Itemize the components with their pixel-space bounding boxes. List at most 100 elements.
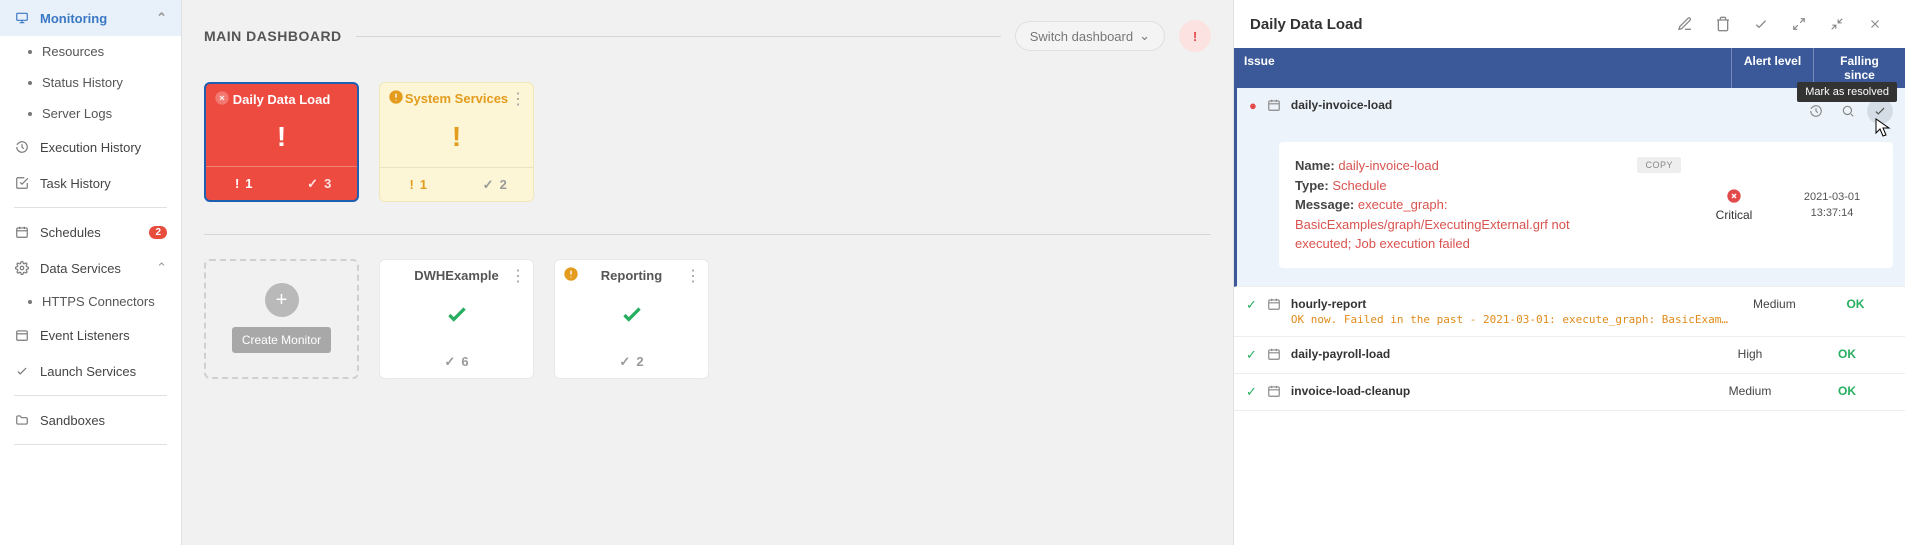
warn-icon	[388, 89, 404, 105]
nav-task-history[interactable]: Task History	[0, 165, 181, 201]
calendar-icon	[1267, 297, 1281, 311]
error-icon	[1726, 188, 1742, 204]
issue-detail: Name: daily-invoice-load Type: Schedule …	[1279, 142, 1893, 268]
warn-icon	[563, 266, 579, 282]
create-monitor-button[interactable]: Create Monitor	[232, 327, 331, 353]
divider	[204, 234, 1211, 235]
calendar-icon	[1267, 98, 1281, 124]
calendar-icon	[1267, 347, 1281, 361]
calendar-icon	[14, 224, 30, 240]
tooltip: Mark as resolved	[1797, 82, 1897, 102]
card-system-services[interactable]: ⋮ System Services ! !1 ✓2	[379, 82, 534, 202]
expand-icon[interactable]	[1785, 10, 1813, 38]
menu-icon[interactable]: ⋮	[685, 266, 700, 286]
value: Schedule	[1332, 178, 1386, 193]
delete-icon[interactable]	[1709, 10, 1737, 38]
collapse-icon[interactable]	[1823, 10, 1851, 38]
page-title: MAIN DASHBOARD	[204, 28, 342, 44]
nav-sub-status-history[interactable]: Status History	[0, 67, 181, 98]
nav-sandboxes[interactable]: Sandboxes	[0, 402, 181, 438]
time: 13:37:14	[1811, 207, 1854, 219]
launch-icon	[14, 363, 30, 379]
nav-data-services[interactable]: Data Services ⌃	[0, 250, 181, 286]
copy-button[interactable]: COPY	[1637, 157, 1681, 173]
issue-name: invoice-load-cleanup	[1291, 384, 1699, 398]
error-count: !1	[206, 167, 282, 200]
nav-launch-services[interactable]: Launch Services	[0, 353, 181, 389]
nav-label: Execution History	[40, 140, 141, 155]
chevron-up-icon: ⌃	[156, 10, 167, 26]
warn-count: !1	[380, 168, 457, 201]
issue-row[interactable]: ✓ daily-payroll-load High OK	[1234, 337, 1905, 374]
close-icon[interactable]	[1861, 10, 1889, 38]
label: Message:	[1295, 197, 1354, 212]
switch-label: Switch dashboard	[1030, 29, 1133, 44]
status: OK	[1801, 384, 1893, 398]
edit-icon[interactable]	[1671, 10, 1699, 38]
calendar-icon	[1267, 384, 1281, 398]
nav-label: Launch Services	[40, 364, 136, 379]
card-dwh-example[interactable]: ⋮ DWHExample ✓6	[379, 259, 534, 379]
chevron-up-icon: ⌃	[156, 260, 167, 276]
sidebar: Monitoring ⌃ Resources Status History Se…	[0, 0, 182, 545]
nav-label: Data Services	[40, 261, 121, 276]
nav-label: Schedules	[40, 225, 101, 240]
menu-icon[interactable]: ⋮	[510, 266, 525, 286]
issue-row[interactable]: ✓ hourly-report OK now. Failed in the pa…	[1234, 287, 1905, 337]
switch-dashboard-button[interactable]: Switch dashboard ⌄	[1015, 21, 1165, 51]
issue-row[interactable]: ✓ invoice-load-cleanup Medium OK	[1234, 374, 1905, 411]
divider	[14, 207, 167, 208]
alert-icon: !	[206, 107, 357, 166]
ok-icon: ✓	[1246, 297, 1257, 313]
divider	[356, 36, 1001, 37]
issue-name: daily-payroll-load	[1291, 347, 1699, 361]
badge: 2	[149, 226, 167, 239]
monitor-icon	[14, 10, 30, 26]
nav-sub-https[interactable]: HTTPS Connectors	[0, 286, 181, 317]
issue-name: daily-invoice-load	[1291, 98, 1793, 112]
nav-execution-history[interactable]: Execution History	[0, 129, 181, 165]
card-daily-data-load[interactable]: Daily Data Load ! !1 ✓3	[204, 82, 359, 202]
plus-icon: +	[265, 283, 299, 317]
folder-icon	[14, 412, 30, 428]
close-icon[interactable]	[214, 90, 230, 106]
main-dashboard: MAIN DASHBOARD Switch dashboard ⌄ ! Dail…	[182, 0, 1233, 545]
ok-count: ✓2	[457, 168, 534, 201]
nav-label: Monitoring	[40, 11, 107, 26]
status: OK	[1801, 347, 1893, 361]
status: OK	[1818, 297, 1893, 311]
task-icon	[14, 175, 30, 191]
ok-icon: ✓	[1246, 347, 1257, 363]
level: Medium	[1709, 384, 1791, 398]
check-icon	[555, 283, 708, 344]
nav-sub-server-logs[interactable]: Server Logs	[0, 98, 181, 129]
ok-count: ✓3	[282, 167, 358, 200]
divider	[14, 444, 167, 445]
nav-label: Event Listeners	[40, 328, 130, 343]
alert-level: Critical	[1697, 156, 1771, 254]
chevron-down-icon: ⌄	[1139, 28, 1150, 44]
level: Medium	[1741, 297, 1808, 311]
th-issue: Issue	[1234, 48, 1731, 88]
history-icon	[14, 139, 30, 155]
issue-sub: OK now. Failed in the past - 2021-03-01:…	[1291, 313, 1731, 326]
card-create-monitor[interactable]: + Create Monitor	[204, 259, 359, 379]
warn-icon: !	[380, 106, 533, 167]
gear-icon	[14, 260, 30, 276]
menu-icon[interactable]: ⋮	[510, 89, 525, 109]
nav-monitoring[interactable]: Monitoring ⌃	[0, 0, 181, 36]
nav-label: Sandboxes	[40, 413, 105, 428]
issue-row-expanded[interactable]: Mark as resolved ● daily-invoice-load Na…	[1234, 88, 1905, 287]
nav-schedules[interactable]: Schedules 2	[0, 214, 181, 250]
failing-since: 2021-03-01 13:37:14	[1787, 156, 1877, 254]
date: 2021-03-01	[1804, 191, 1860, 203]
nav-event-listeners[interactable]: Event Listeners	[0, 317, 181, 353]
level-text: Critical	[1716, 208, 1753, 222]
nav-sub-resources[interactable]: Resources	[0, 36, 181, 67]
check-icon	[380, 283, 533, 344]
issue-name: hourly-report	[1291, 297, 1731, 311]
ok-icon: ✓	[1246, 384, 1257, 400]
alert-indicator[interactable]: !	[1179, 20, 1211, 52]
card-reporting[interactable]: ⋮ Reporting ✓2	[554, 259, 709, 379]
check-icon[interactable]	[1747, 10, 1775, 38]
